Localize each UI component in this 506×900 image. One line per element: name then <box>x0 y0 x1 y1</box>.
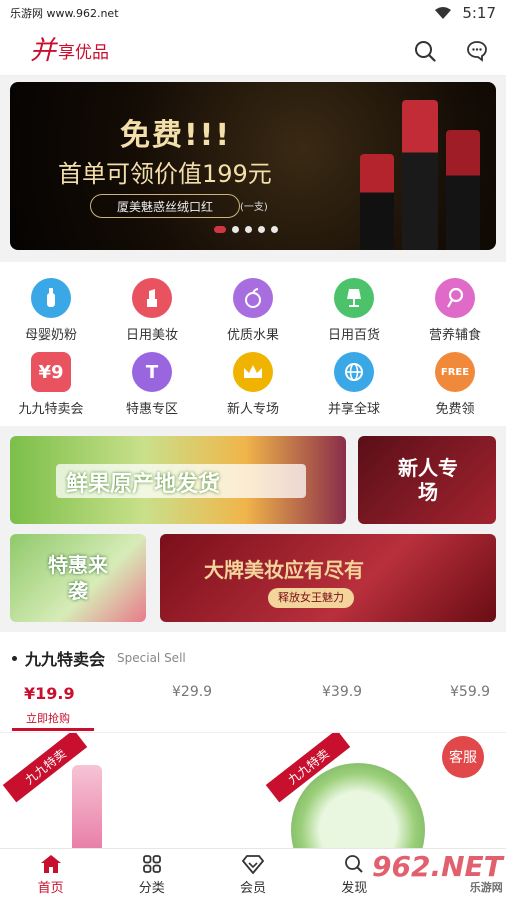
category-item[interactable]: 新人专场 <box>211 352 295 417</box>
price-tier-tab[interactable]: ¥59.9 <box>450 684 490 700</box>
logo-mark: 并 <box>30 35 57 66</box>
category-label: 免费领 <box>435 402 475 417</box>
chat-bubble-icon <box>467 40 487 62</box>
search-button[interactable] <box>412 38 438 64</box>
app-logo: 并 享优品 <box>30 38 109 64</box>
tab-member[interactable]: 会员 <box>202 849 303 900</box>
promo-newcomer-text: 新人专场 <box>398 456 458 504</box>
grid-icon <box>142 854 161 873</box>
category-label: 九九特卖会 <box>18 402 84 417</box>
free-badge-icon: FREE <box>435 352 475 392</box>
search-icon <box>345 854 363 873</box>
status-time: 5:17 <box>462 4 496 22</box>
wifi-icon <box>435 7 452 19</box>
category-label: 并享全球 <box>327 402 380 417</box>
product-list: 九九特卖 九九特卖 <box>0 732 506 848</box>
category-item[interactable]: 并享全球 <box>312 352 396 417</box>
app-bar: 并 享优品 <box>0 26 506 76</box>
category-item[interactable]: T 特惠专区 <box>110 352 194 417</box>
baby-bottle-icon <box>31 278 71 318</box>
carousel-dot[interactable] <box>258 226 265 233</box>
product-image <box>72 765 102 848</box>
category-label: 优质水果 <box>226 328 279 343</box>
category-item[interactable]: 日用美妆 <box>110 278 194 343</box>
promo-makeup-text: 大牌美妆应有尽有 <box>204 558 364 582</box>
promo-discount-text: 特惠来袭 <box>48 553 108 603</box>
tab-label: 会员 <box>240 880 267 896</box>
carousel-dots <box>214 226 278 233</box>
category-label: 日用美妆 <box>125 328 178 343</box>
category-label: 新人专场 <box>226 402 279 417</box>
site-watermark: 962.NET 乐游网 <box>372 850 503 895</box>
category-label: 日用百货 <box>327 328 380 343</box>
crown-icon <box>233 352 273 392</box>
price-tier-tab[interactable]: ¥19.9 <box>24 684 75 703</box>
category-item[interactable]: 营养辅食 <box>413 278 497 343</box>
globe-icon <box>334 352 374 392</box>
promo-makeup-sub: 释放女王魅力 <box>268 588 354 608</box>
price-tier-tab[interactable]: ¥39.9 <box>322 684 362 700</box>
promo-makeup-banner[interactable]: 大牌美妆应有尽有 释放女王魅力 <box>160 534 496 622</box>
banner-product-pill: 厦美魅惑丝绒口红 <box>90 194 240 218</box>
carousel-dot[interactable] <box>271 226 278 233</box>
lipstick-icon <box>132 278 172 318</box>
sale-title-text: 九九特卖会 <box>25 650 106 669</box>
message-button[interactable] <box>464 38 490 64</box>
home-icon <box>40 854 61 873</box>
logo-text: 享优品 <box>58 43 110 64</box>
product-card[interactable]: 九九特卖 <box>0 733 253 848</box>
t-badge-icon: T <box>132 352 172 392</box>
carousel-dot[interactable] <box>214 226 226 233</box>
search-icon <box>415 40 436 62</box>
lamp-icon <box>334 278 374 318</box>
promo-fruit-text: 鲜果原产地发货 <box>66 472 221 497</box>
banner-title: 免费!!! <box>120 118 232 153</box>
banner-note: (一支) <box>240 202 268 213</box>
tab-label: 首页 <box>37 880 64 896</box>
bullet-dot <box>12 655 17 661</box>
banner-subtitle: 首单可领价值199元 <box>58 160 272 188</box>
category-item[interactable]: 母婴奶粉 <box>9 278 93 343</box>
lollipop-icon <box>435 278 475 318</box>
tab-home[interactable]: 首页 <box>0 849 101 900</box>
category-label: 营养辅食 <box>428 328 481 343</box>
price-tier-tab[interactable]: ¥29.9 <box>172 684 212 700</box>
sale-title: 九九特卖会 Special Sell <box>12 646 186 670</box>
tab-category[interactable]: 分类 <box>101 849 202 900</box>
apple-icon <box>233 278 273 318</box>
category-item[interactable]: 日用百货 <box>312 278 396 343</box>
customer-service-button[interactable]: 客服 <box>442 736 484 778</box>
status-site-text: 乐游网 www.962.net <box>10 7 119 20</box>
category-label: 特惠专区 <box>125 402 178 417</box>
status-bar: 乐游网 www.962.net 5:17 <box>0 0 506 26</box>
tab-label: 分类 <box>138 880 165 896</box>
category-item[interactable]: 优质水果 <box>211 278 295 343</box>
banner-carousel[interactable]: 免费!!! 首单可领价值199元 厦美魅惑丝绒口红 (一支) <box>10 82 496 250</box>
category-label: 母婴奶粉 <box>24 328 77 343</box>
promo-fruit-banner[interactable]: 鲜果原产地发货 <box>10 436 346 524</box>
carousel-dot[interactable] <box>232 226 239 233</box>
special-sale-section: 九九特卖会 Special Sell ¥19.9 ¥29.9 ¥39.9 ¥59… <box>0 632 506 732</box>
category-grid: 母婴奶粉 日用美妆 优质水果 日用百货 营养辅食 ¥9 九九特卖会 T 特惠专区 <box>0 262 506 426</box>
diamond-icon <box>242 854 264 874</box>
promo-discount-banner[interactable]: 特惠来袭 <box>10 534 146 622</box>
active-tier-indicator <box>12 728 94 731</box>
carousel-dot[interactable] <box>245 226 252 233</box>
tab-label: 发现 <box>341 880 368 896</box>
promo-newcomer-banner[interactable]: 新人专场 <box>358 436 496 524</box>
category-item[interactable]: FREE 免费领 <box>413 352 497 417</box>
buy-now-note: 立即抢购 <box>26 712 70 725</box>
sale-subtitle-text: Special Sell <box>117 651 186 665</box>
price-tag-icon: ¥9 <box>31 352 71 392</box>
category-item[interactable]: ¥9 九九特卖会 <box>9 352 93 417</box>
